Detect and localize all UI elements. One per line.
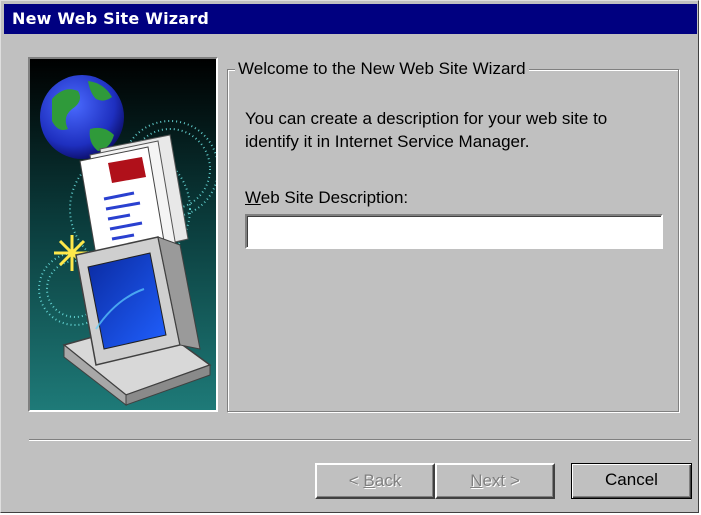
window-title: New Web Site Wizard	[12, 9, 210, 28]
wizard-illustration	[28, 57, 218, 412]
next-button-rest: ext >	[482, 471, 520, 490]
label-rest: eb Site Description:	[260, 188, 409, 207]
intro-description: You can create a description for your we…	[245, 109, 608, 151]
groupbox-legend: Welcome to the New Web Site Wizard	[235, 59, 529, 79]
back-button-accel: B	[363, 471, 375, 490]
back-button-rest: ack	[374, 471, 402, 490]
wizard-illustration-graphic	[30, 59, 216, 410]
button-separator	[29, 439, 691, 441]
cancel-button[interactable]: Cancel	[571, 463, 692, 499]
label-accelerator: W	[245, 188, 261, 207]
next-button[interactable]: Next >	[435, 463, 555, 499]
web-site-description-input[interactable]	[245, 214, 663, 249]
back-button-prefix: <	[348, 471, 364, 490]
web-site-description-label: Web Site Description:	[245, 187, 408, 209]
back-button[interactable]: < Back	[315, 463, 435, 499]
title-bar[interactable]: New Web Site Wizard	[4, 4, 697, 34]
wizard-window: New Web Site Wizard Welcome to the New W…	[0, 0, 699, 513]
next-button-accel: N	[470, 471, 483, 490]
